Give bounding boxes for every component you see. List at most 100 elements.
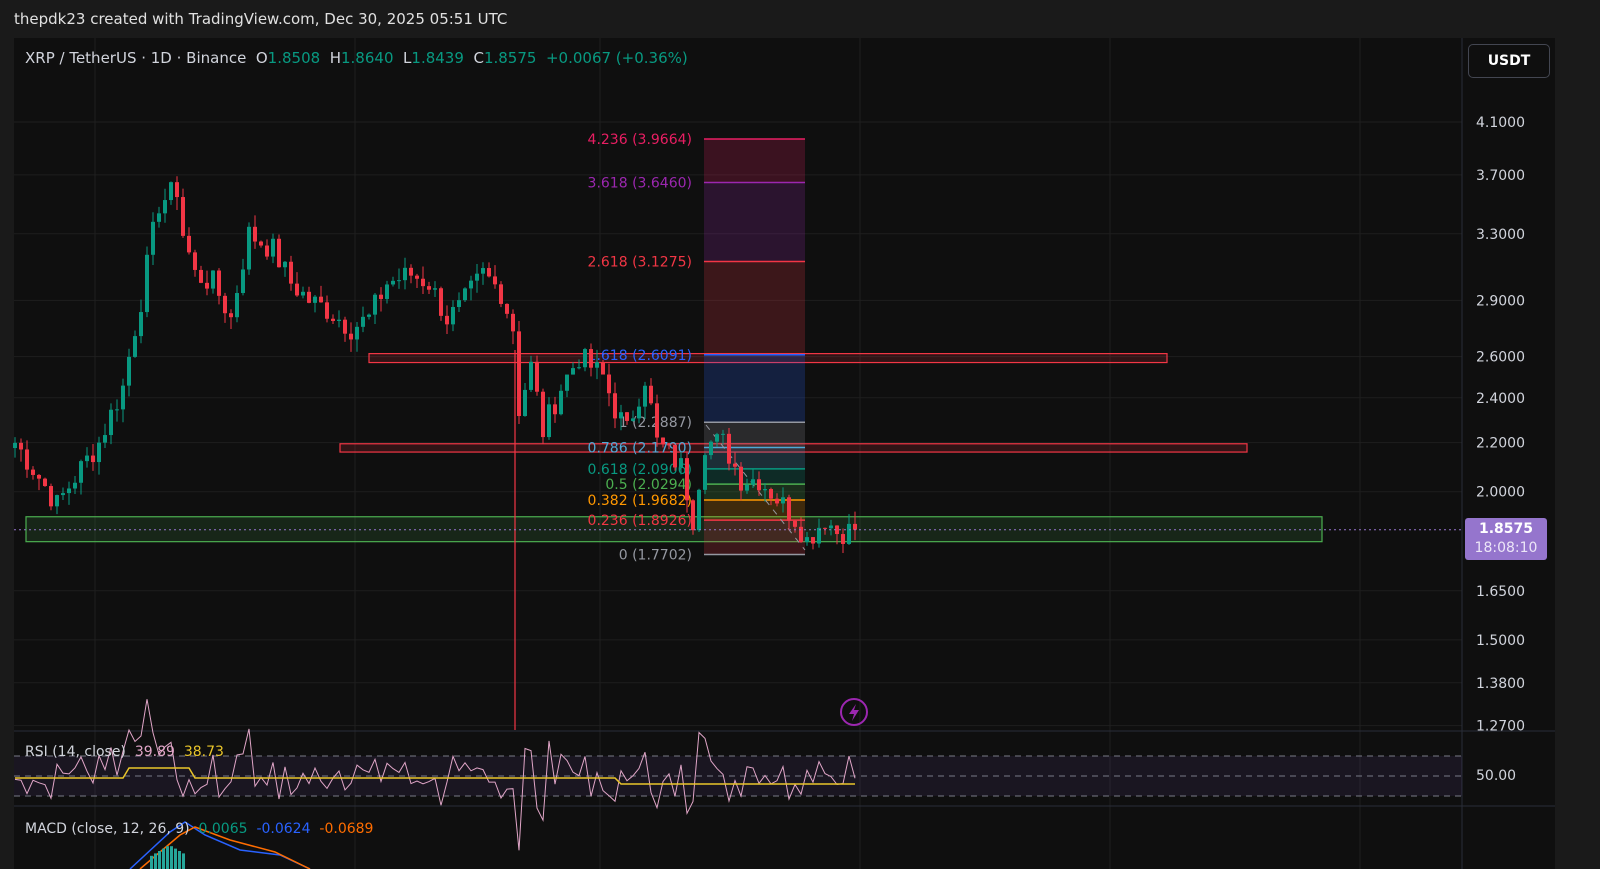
macd-histogram-bar bbox=[158, 851, 161, 869]
candle-body bbox=[757, 479, 761, 491]
candle-body bbox=[655, 403, 659, 438]
price-axis-tick: 1.2700 bbox=[1476, 719, 1525, 735]
candle-body bbox=[133, 336, 137, 357]
candle-body bbox=[253, 226, 257, 242]
candle-body bbox=[625, 412, 629, 421]
candle-body bbox=[805, 537, 809, 543]
candle-body bbox=[409, 267, 413, 276]
price-axis-tick: 2.6000 bbox=[1476, 350, 1525, 366]
fib-band bbox=[704, 447, 805, 469]
candle-body bbox=[751, 479, 755, 485]
macd-hist-value: 0.0065 bbox=[198, 821, 248, 837]
macd-histogram-bar bbox=[178, 851, 181, 869]
candle-body bbox=[535, 361, 539, 392]
rsi-label: RSI (14, close) bbox=[25, 744, 126, 760]
macd-histogram-bar bbox=[174, 848, 177, 869]
candle-body bbox=[595, 362, 599, 368]
rsi-legend: RSI (14, close) 39.89 38.73 bbox=[25, 744, 224, 760]
candle-body bbox=[79, 461, 83, 483]
macd-value: -0.0624 bbox=[256, 821, 311, 837]
candle-body bbox=[733, 463, 737, 467]
candle-body bbox=[523, 389, 527, 417]
candle-body bbox=[667, 444, 671, 446]
candle-body bbox=[589, 349, 593, 368]
flash-icon-bolt bbox=[849, 704, 859, 721]
fib-level-label: 0.5 (2.0294) bbox=[605, 477, 692, 493]
candle-body bbox=[559, 390, 563, 415]
candle-body bbox=[307, 291, 311, 303]
price-chart[interactable]: 4.1000 3.7000 3.3000 2.9000 2.6000 2.4000 2.20… bbox=[0, 0, 1600, 869]
candle-body bbox=[85, 455, 89, 462]
candle-body bbox=[319, 296, 323, 303]
candle-body bbox=[103, 435, 107, 443]
candle-body bbox=[271, 238, 275, 257]
candle-body bbox=[571, 368, 575, 375]
candle-body bbox=[715, 434, 719, 442]
candle-body bbox=[703, 455, 707, 490]
candle-body bbox=[685, 458, 689, 501]
price-axis-tick: 1.3800 bbox=[1476, 676, 1525, 692]
candle-body bbox=[673, 445, 677, 468]
candle-body bbox=[175, 182, 179, 198]
candle-body bbox=[781, 497, 785, 504]
candle-body bbox=[643, 385, 647, 407]
candle-body bbox=[13, 442, 17, 449]
candle-body bbox=[397, 280, 401, 282]
candle-body bbox=[259, 241, 263, 246]
candle-body bbox=[823, 527, 827, 529]
price-axis-tick: 2.4000 bbox=[1476, 391, 1525, 407]
low-value: 1.8439 bbox=[411, 49, 464, 67]
currency-button[interactable]: USDT bbox=[1468, 44, 1550, 78]
price-axis-tick: 4.1000 bbox=[1476, 115, 1525, 131]
macd-histogram-bar bbox=[162, 848, 165, 869]
candle-body bbox=[811, 537, 815, 544]
candle-body bbox=[553, 404, 557, 415]
candle-body bbox=[415, 275, 419, 279]
candle-body bbox=[49, 486, 53, 507]
macd-signal-value: -0.0689 bbox=[319, 821, 374, 837]
candle-body bbox=[727, 433, 731, 464]
candle-body bbox=[367, 314, 371, 317]
candle-body bbox=[229, 313, 233, 318]
candle-body bbox=[331, 318, 335, 321]
candle-body bbox=[289, 261, 293, 284]
candle-body bbox=[385, 284, 389, 299]
candle-body bbox=[169, 182, 173, 201]
candle-body bbox=[403, 267, 407, 281]
candle-body bbox=[283, 261, 287, 268]
macd-legend: MACD (close, 12, 26, 9) 0.0065 -0.0624 -… bbox=[25, 821, 373, 837]
candle-body bbox=[529, 361, 533, 390]
fib-band bbox=[704, 182, 805, 262]
candle-body bbox=[763, 489, 767, 491]
candle-body bbox=[487, 268, 491, 277]
candle-body bbox=[199, 269, 203, 283]
candle-body bbox=[637, 406, 641, 419]
candle-body bbox=[541, 391, 545, 438]
candle-body bbox=[325, 302, 329, 319]
candle-body bbox=[73, 482, 77, 489]
candle-body bbox=[433, 288, 437, 290]
candle-body bbox=[355, 326, 359, 340]
candle-body bbox=[109, 409, 113, 436]
candle-body bbox=[721, 433, 725, 435]
fib-band bbox=[704, 354, 805, 423]
candle-body bbox=[565, 374, 569, 391]
symbol-title[interactable]: XRP / TetherUS · 1D · Binance bbox=[25, 49, 246, 67]
macd-histogram-bar bbox=[154, 853, 157, 869]
fib-level-label: 4.236 (3.9664) bbox=[588, 132, 692, 148]
candle-body bbox=[217, 270, 221, 296]
fib-level-label: 0.382 (1.9682) bbox=[588, 493, 692, 509]
candle-body bbox=[505, 303, 509, 314]
candle-body bbox=[799, 526, 803, 543]
candle-body bbox=[775, 498, 779, 504]
fib-level-label: 0.236 (1.8926) bbox=[588, 513, 692, 529]
open-label: O bbox=[255, 49, 268, 67]
candle-body bbox=[421, 278, 425, 287]
candle-body bbox=[391, 280, 395, 285]
rsi-value: 39.89 bbox=[134, 744, 175, 760]
candle-body bbox=[163, 200, 167, 214]
candle-body bbox=[607, 374, 611, 394]
candle-body bbox=[709, 441, 713, 456]
candle-body bbox=[499, 284, 503, 304]
candle-body bbox=[475, 273, 479, 281]
